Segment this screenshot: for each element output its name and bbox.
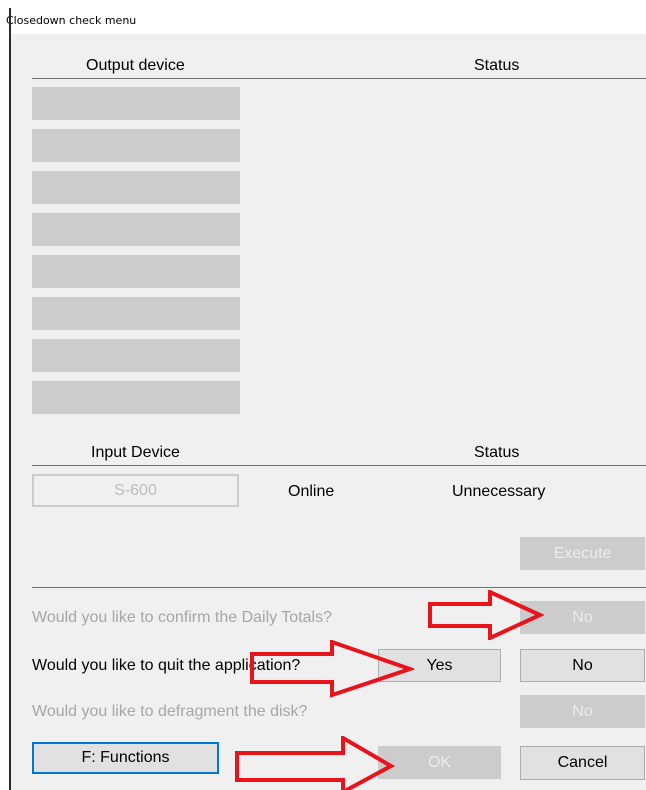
output-device-header: Output device [86, 57, 185, 74]
functions-button[interactable]: F: Functions [32, 742, 219, 774]
annotation-arrow-shape [250, 640, 414, 698]
ok-button[interactable]: OK [378, 746, 501, 779]
output-device-slot [32, 87, 240, 120]
execute-button[interactable]: Execute [520, 537, 645, 570]
input-header-divider [32, 465, 646, 466]
input-device-status: Unnecessary [452, 483, 546, 500]
window-left-border [9, 8, 11, 790]
window-title: Closedown check menu [6, 14, 137, 27]
output-device-slot [32, 171, 240, 204]
input-status-header: Status [474, 444, 520, 461]
title-bar: Closedown check menu [0, 0, 646, 34]
output-device-slot [32, 297, 240, 330]
output-device-slot [32, 213, 240, 246]
question-defragment-disk: Would you like to defragment the disk? [32, 703, 308, 720]
defragment-no-button[interactable]: No [520, 695, 645, 728]
output-device-slot [32, 255, 240, 288]
input-device-state: Online [288, 483, 335, 500]
annotation-arrow-icon [428, 590, 544, 640]
output-device-slot [32, 339, 240, 372]
section-divider [32, 587, 646, 588]
output-header-divider [32, 78, 646, 79]
input-device-header: Input Device [91, 444, 180, 461]
annotation-arrow-shape [235, 736, 395, 790]
annotation-arrow-icon [235, 736, 395, 790]
cancel-button[interactable]: Cancel [520, 746, 645, 780]
output-status-header: Status [474, 57, 520, 74]
quit-no-button[interactable]: No [520, 649, 645, 682]
annotation-arrow-icon [250, 640, 414, 698]
annotation-arrow-shape [428, 590, 544, 640]
question-daily-totals: Would you like to confirm the Daily Tota… [32, 609, 332, 626]
output-device-slot [32, 381, 240, 414]
output-device-slot [32, 129, 240, 162]
input-device-s600-button[interactable]: S-600 [32, 474, 239, 507]
